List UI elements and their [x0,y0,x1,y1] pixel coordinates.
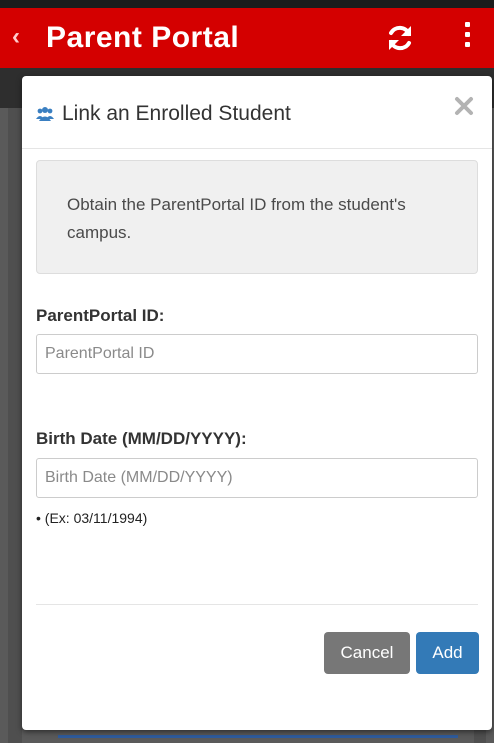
cancel-button[interactable]: Cancel [324,632,410,674]
parentportal-id-label: ParentPortal ID: [36,306,165,325]
parentportal-id-input[interactable] [36,334,478,374]
background-accent-line [58,735,458,738]
background-card-edge [8,108,22,743]
chevron-left-icon[interactable]: ‹ [12,22,20,52]
app-title: Parent Portal [46,21,240,54]
users-icon [36,107,54,121]
add-button[interactable]: Add [416,632,479,674]
birth-date-input[interactable] [36,458,478,498]
modal-title: Link an Enrolled Student [62,102,291,125]
link-student-modal: Link an Enrolled Student Obtain the Pare… [22,76,492,730]
birth-date-example: (Ex: 03/11/1994) [36,508,147,528]
modal-header: Link an Enrolled Student [22,76,492,149]
app-bar: ‹ Parent Portal [0,8,494,68]
footer-divider [36,604,478,605]
info-box: Obtain the ParentPortal ID from the stud… [36,160,478,274]
status-bar [0,0,494,8]
refresh-icon[interactable] [384,22,416,54]
birth-date-label: Birth Date (MM/DD/YYYY): [36,429,247,448]
more-vertical-icon[interactable] [462,22,472,54]
birth-date-hints: (Ex: 03/11/1994) [36,508,147,528]
close-icon[interactable] [452,94,476,118]
info-text: Obtain the ParentPortal ID from the stud… [67,195,406,242]
